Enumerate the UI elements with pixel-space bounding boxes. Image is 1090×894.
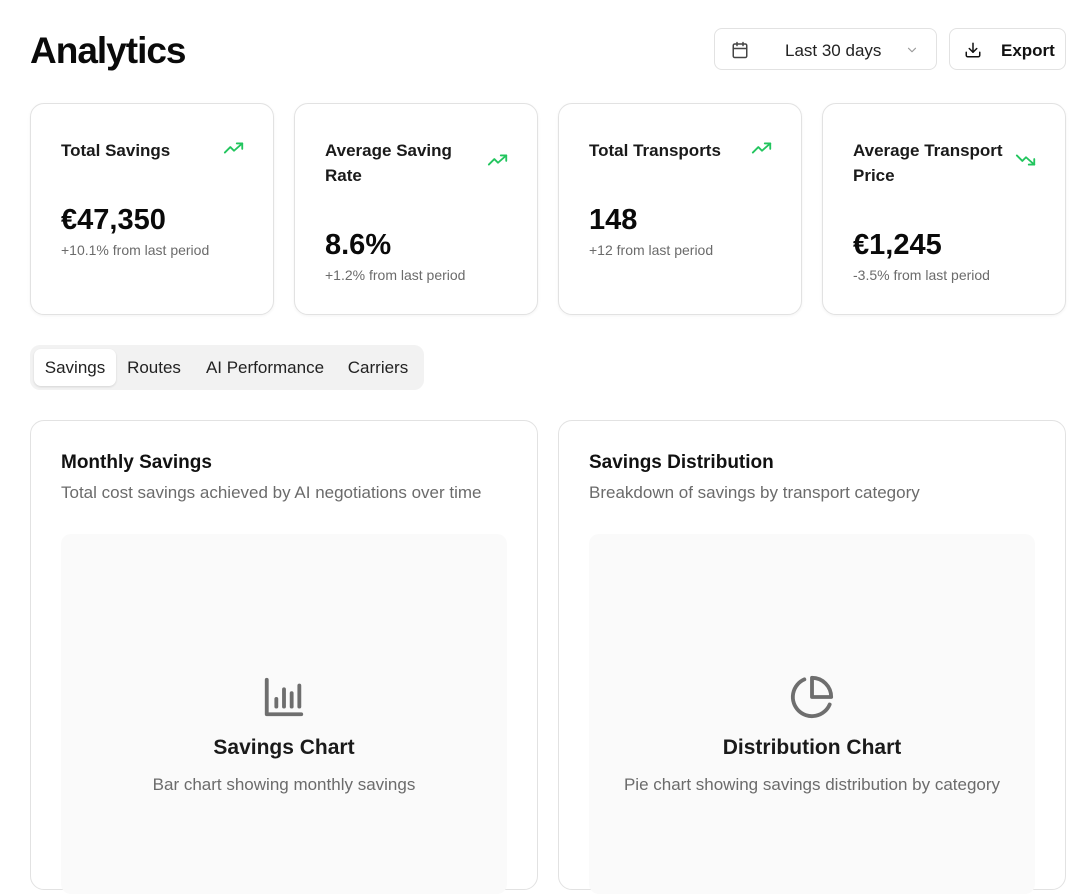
- chevron-down-icon: [907, 47, 917, 53]
- stat-card-average-transport-price: Average Transport Price €1,245 -3.5% fro…: [822, 103, 1066, 315]
- placeholder-title: Distribution Chart: [722, 736, 902, 759]
- savings-distribution-panel: Savings Distribution Breakdown of saving…: [558, 420, 1066, 894]
- stat-title: Average Transport Price: [853, 141, 1003, 185]
- stat-value: €1,245: [853, 229, 942, 261]
- date-range-value: Last 30 days: [785, 41, 882, 60]
- export-button[interactable]: Export: [949, 28, 1066, 70]
- panel-title: Monthly Savings: [61, 452, 212, 473]
- stat-card-total-savings: Total Savings €47,350 +10.1% from last p…: [30, 103, 274, 315]
- stat-card-total-transports: Total Transports 148 +12 from last perio…: [558, 103, 802, 315]
- trending-down-icon: [1015, 154, 1036, 166]
- placeholder-title: Savings Chart: [213, 736, 355, 759]
- stat-delta: +12 from last period: [589, 242, 714, 258]
- tab-savings[interactable]: Savings: [34, 349, 116, 386]
- placeholder-text: Pie chart showing savings distribution b…: [623, 775, 1001, 794]
- export-label: Export: [1001, 41, 1055, 60]
- stat-value: 148: [589, 204, 638, 236]
- page-title: Analytics: [30, 30, 187, 71]
- pie-chart-icon: [790, 675, 834, 719]
- stat-title: Total Transports: [589, 141, 721, 160]
- stat-delta: +10.1% from last period: [61, 242, 210, 258]
- placeholder-text: Bar chart showing monthly savings: [152, 775, 416, 794]
- panel-subtitle: Total cost savings achieved by AI negoti…: [61, 483, 482, 502]
- tab-carriers[interactable]: Carriers: [340, 349, 416, 386]
- stat-title: Total Savings: [61, 141, 171, 160]
- stat-delta: +1.2% from last period: [325, 267, 466, 283]
- monthly-savings-panel: Monthly Savings Total cost savings achie…: [30, 420, 538, 894]
- stat-value: €47,350: [61, 204, 166, 236]
- savings-chart-placeholder: Savings Chart Bar chart showing monthly …: [61, 534, 507, 894]
- trending-up-icon: [487, 154, 508, 166]
- distribution-chart-placeholder: Distribution Chart Pie chart showing sav…: [589, 534, 1035, 894]
- tab-ai-performance[interactable]: AI Performance: [194, 349, 336, 386]
- stat-card-average-saving-rate: Average Saving Rate 8.6% +1.2% from last…: [294, 103, 538, 315]
- bar-chart-icon: [264, 677, 304, 717]
- stat-value: 8.6%: [325, 229, 392, 261]
- panel-subtitle: Breakdown of savings by transport catego…: [589, 483, 920, 502]
- trending-up-icon: [223, 142, 244, 154]
- stat-delta: -3.5% from last period: [853, 267, 990, 283]
- analytics-tabs: Savings Routes AI Performance Carriers: [30, 345, 424, 390]
- calendar-icon: [732, 41, 748, 59]
- tab-routes[interactable]: Routes: [118, 349, 190, 386]
- date-range-select[interactable]: Last 30 days: [714, 28, 937, 70]
- trending-up-icon: [751, 142, 772, 154]
- download-icon: [965, 42, 981, 58]
- page-header: Analytics Last 30 days Export: [30, 28, 1066, 76]
- panel-title: Savings Distribution: [589, 452, 774, 473]
- stat-title: Average Saving Rate: [325, 141, 452, 185]
